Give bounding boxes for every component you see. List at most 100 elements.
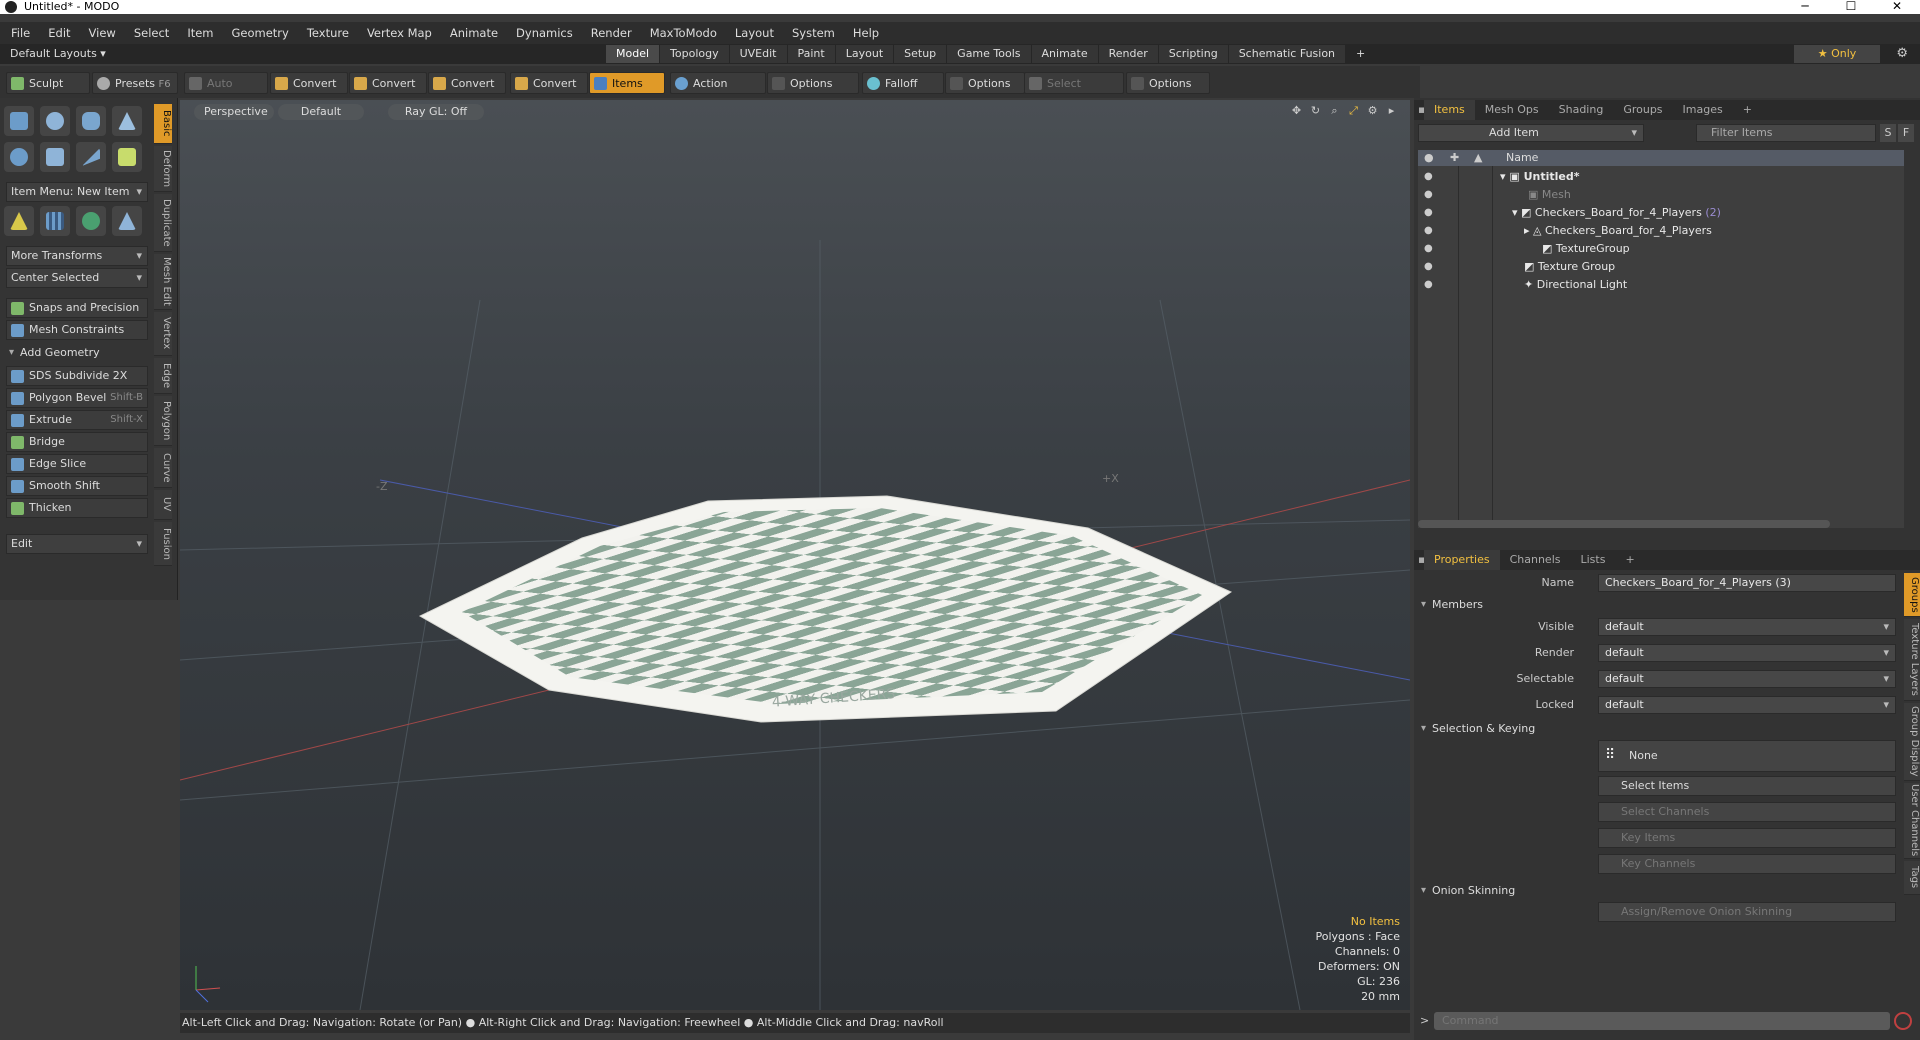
vtab-mesh-edit[interactable]: Mesh Edit [154, 254, 172, 310]
tab-model[interactable]: Model [606, 45, 660, 63]
cube-tool[interactable] [4, 106, 34, 136]
tab-groups[interactable]: Groups [1613, 100, 1672, 120]
edit-dropdown[interactable]: Edit [6, 534, 148, 554]
add-tab-button[interactable]: + [1346, 45, 1375, 63]
members-section[interactable]: Members [1418, 596, 1900, 614]
default-shading-dropdown[interactable]: Default [278, 104, 364, 120]
menu-view[interactable]: View [80, 22, 125, 44]
items-mode-button[interactable]: Items [589, 72, 665, 94]
menu-edit[interactable]: Edit [39, 22, 79, 44]
menu-dynamics[interactable]: Dynamics [507, 22, 582, 44]
tab-layout[interactable]: Layout [835, 45, 894, 63]
tab-shading[interactable]: Shading [1549, 100, 1614, 120]
horizontal-scrollbar[interactable] [1418, 520, 1830, 528]
key-channels-button[interactable]: Key Channels [1598, 854, 1896, 874]
lock-column-icon[interactable]: ✚ [1450, 150, 1459, 166]
tree-row[interactable]: ● ▾ ◩ Checkers_Board_for_4_Players (2) [1418, 204, 1904, 222]
zoom-icon[interactable]: ⌕ [1328, 104, 1341, 117]
selection-keying-section[interactable]: Selection & Keying [1418, 720, 1900, 738]
selectable-dropdown[interactable]: default [1598, 670, 1896, 688]
select-items-button[interactable]: Select Items [1598, 776, 1896, 796]
f-button[interactable]: F [1898, 124, 1914, 142]
falloff-button[interactable]: Falloff [862, 72, 944, 94]
mesh-constraints-button[interactable]: Mesh Constraints [6, 320, 148, 340]
convert-vertex-button[interactable]: Convert [270, 72, 348, 94]
action-center-button[interactable]: Action Center [670, 72, 766, 112]
sphere-tool[interactable] [40, 106, 70, 136]
vtab-uv[interactable]: UV [154, 490, 172, 520]
tab-lists[interactable]: Lists [1571, 550, 1616, 570]
onion-skinning-section[interactable]: Onion Skinning [1418, 882, 1900, 900]
command-input[interactable] [1434, 1012, 1890, 1030]
viewport-more-icon[interactable]: ▸ [1385, 104, 1398, 117]
tree-row[interactable]: ● ✦ Directional Light [1418, 276, 1904, 294]
menu-file[interactable]: File [0, 22, 39, 44]
vtab-texture-layers[interactable]: Texture Layers [1904, 619, 1920, 701]
tab-render[interactable]: Render [1098, 45, 1158, 63]
tube-tool[interactable] [40, 142, 70, 172]
only-toggle[interactable]: ★ Only [1794, 45, 1880, 63]
tab-properties[interactable]: Properties [1424, 550, 1500, 570]
menu-animate[interactable]: Animate [441, 22, 507, 44]
pan-icon[interactable]: ✥ [1290, 104, 1303, 117]
smooth-shift-button[interactable]: Smooth Shift [6, 476, 148, 496]
tree-row[interactable]: ● ◩ TextureGroup [1418, 240, 1904, 258]
assign-onion-button[interactable]: Assign/Remove Onion Skinning [1598, 902, 1896, 922]
edge-slice-button[interactable]: Edge Slice [6, 454, 148, 474]
presets-button[interactable]: Presets F6 [92, 72, 178, 94]
menu-layout[interactable]: Layout [726, 22, 783, 44]
grid-tool[interactable] [40, 206, 70, 236]
convert-polygon-button[interactable]: Convert [428, 72, 506, 94]
eye-icon[interactable]: ● [1424, 189, 1436, 200]
menu-geometry[interactable]: Geometry [223, 22, 298, 44]
close-button[interactable]: ✕ [1874, 0, 1920, 14]
torus-tool[interactable] [4, 142, 34, 172]
name-field[interactable]: Checkers_Board_for_4_Players (3) [1598, 574, 1896, 592]
filter-items-input[interactable]: Filter Items [1696, 124, 1876, 142]
vtab-groups[interactable]: Groups [1904, 573, 1920, 617]
tab-paint[interactable]: Paint [787, 45, 835, 63]
center-selected-dropdown[interactable]: Center Selected [6, 268, 148, 288]
transform-tool[interactable] [4, 206, 34, 236]
convert-edge-button[interactable]: Convert [349, 72, 427, 94]
tab-images[interactable]: Images [1673, 100, 1733, 120]
tab-mesh-ops[interactable]: Mesh Ops [1475, 100, 1549, 120]
eye-icon[interactable]: ● [1424, 171, 1436, 182]
extrude-button[interactable]: Extrude Shift-X [6, 410, 148, 430]
menu-vertex-map[interactable]: Vertex Map [358, 22, 441, 44]
viewport-settings-icon[interactable]: ⚙ [1366, 104, 1379, 117]
rotate-icon[interactable]: ↻ [1309, 104, 1322, 117]
thicken-button[interactable]: Thicken [6, 498, 148, 518]
panel-menu-icon[interactable]: ▪ [1414, 100, 1425, 120]
convert-item-button[interactable]: Convert [510, 72, 588, 94]
bridge-button[interactable]: Bridge [6, 432, 148, 452]
vtab-basic[interactable]: Basic [154, 104, 172, 144]
default-layouts-dropdown[interactable]: Default Layouts ▾ [10, 44, 106, 64]
menu-texture[interactable]: Texture [298, 22, 358, 44]
record-icon[interactable] [1894, 1012, 1912, 1030]
render-dropdown[interactable]: default [1598, 644, 1896, 662]
3d-viewport[interactable]: 4-WAY CHECKERS -Z +X Perspective Default… [180, 100, 1410, 1010]
vtab-vertex[interactable]: Vertex [154, 312, 172, 356]
tab-items[interactable]: Items [1424, 100, 1475, 120]
vtab-tags[interactable]: Tags [1904, 861, 1920, 895]
vtab-fusion[interactable]: Fusion [154, 522, 172, 566]
eye-icon[interactable]: ● [1424, 225, 1436, 236]
select-through-options-button[interactable]: Options [1126, 72, 1210, 94]
tab-scripting[interactable]: Scripting [1158, 45, 1228, 63]
tab-game-tools[interactable]: Game Tools [947, 45, 1031, 63]
cone-tool[interactable] [112, 106, 142, 136]
vtab-duplicate[interactable]: Duplicate [154, 194, 172, 252]
vtab-deform[interactable]: Deform [154, 146, 172, 192]
menu-maxtomodo[interactable]: MaxToModo [641, 22, 726, 44]
sds-subdivide-button[interactable]: SDS Subdivide 2X [6, 366, 148, 386]
key-items-button[interactable]: Key Items [1598, 828, 1896, 848]
sculpt-button[interactable]: Sculpt [6, 72, 90, 94]
panel-menu-icon[interactable]: ▪ [1414, 550, 1425, 570]
fit-icon[interactable]: ⤢ [1347, 104, 1360, 117]
tab-topology[interactable]: Topology [660, 45, 729, 63]
menu-item[interactable]: Item [178, 22, 222, 44]
menu-system[interactable]: System [783, 22, 844, 44]
pyramid-tool[interactable] [112, 206, 142, 236]
item-menu-dropdown[interactable]: Item Menu: New Item [6, 182, 148, 202]
